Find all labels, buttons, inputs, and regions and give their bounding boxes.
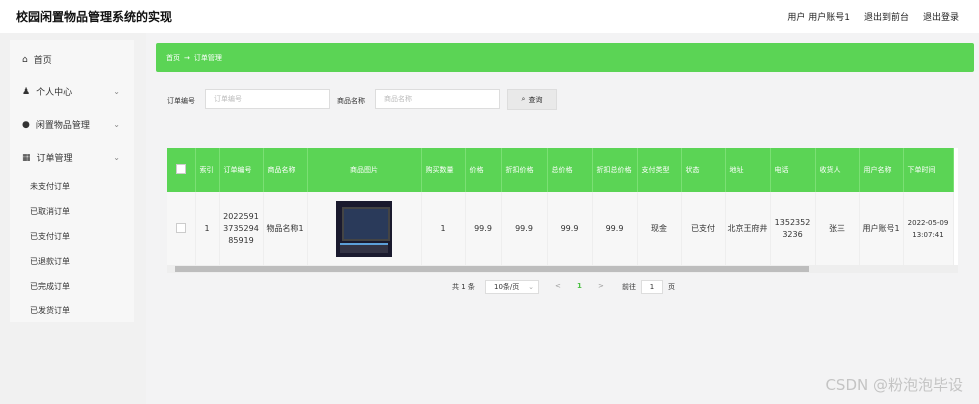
sidebar-subitem-cancelled[interactable]: 已取消订单 (30, 206, 70, 217)
cell-user-name: 用户账号1 (859, 192, 904, 265)
sidebar-item-idle-goods[interactable]: ● 闲置物品管理 ⌄ (22, 118, 130, 132)
sidebar: ⌂ 首页 ♟ 个人中心 ⌄ ● 闲置物品管理 ⌄ ▦ 订单管理 ⌄ 未支付订单 … (10, 40, 134, 322)
goods-name-input[interactable]: 商品名称 (375, 89, 500, 109)
column-header[interactable]: 收货人 (815, 148, 860, 192)
top-right-menu: 用户 用户账号1 退出到前台 退出登录 (787, 10, 959, 23)
scrollbar-thumb[interactable] (175, 266, 809, 272)
list-icon: ▦ (22, 152, 31, 163)
column-header[interactable]: 价格 (465, 148, 502, 192)
cell-order-time: 2022-05-09 13:07:41 (903, 192, 954, 265)
back-to-front-link[interactable]: 退出到前台 (864, 10, 909, 23)
cell-quantity: 1 (421, 192, 466, 265)
column-header[interactable]: 商品名称 (263, 148, 308, 192)
column-header[interactable]: 状态 (681, 148, 726, 192)
breadcrumb-home[interactable]: 首页 (166, 53, 180, 63)
sidebar-item-label: 个人中心 (36, 88, 73, 98)
column-header[interactable]: 下单时间 (903, 148, 954, 192)
sidebar-subitem-completed[interactable]: 已完成订单 (30, 281, 70, 292)
column-header[interactable]: 折扣价格 (501, 148, 548, 192)
home-icon: ⌂ (22, 54, 28, 65)
row-checkbox-cell[interactable] (167, 192, 196, 265)
sidebar-subitem-paid[interactable]: 已支付订单 (30, 231, 70, 242)
table-row: 1 2022591373529485919 物品名称1 1 99.9 99.9 … (167, 192, 954, 265)
watermark: CSDN @粉泡泡毕设 (825, 376, 963, 394)
column-header: 索引 (195, 148, 220, 192)
chevron-down-icon: ⌄ (113, 153, 120, 162)
goods-name-label: 商品名称 (337, 97, 365, 105)
user-label: 用户 用户账号1 (787, 13, 850, 23)
cell-total: 99.9 (547, 192, 593, 265)
select-all-checkbox[interactable] (175, 164, 186, 174)
sidebar-item-personal-center[interactable]: ♟ 个人中心 ⌄ (22, 85, 130, 99)
sidebar-subitem-unpaid[interactable]: 未支付订单 (30, 181, 70, 192)
cell-index: 1 (195, 192, 220, 265)
cell-pay-type: 现金 (637, 192, 682, 265)
column-header[interactable]: 地址 (725, 148, 771, 192)
sidebar-subitem-shipped[interactable]: 已发货订单 (30, 305, 70, 316)
order-no-label: 订单编号 (167, 97, 195, 105)
location-icon: ● (22, 119, 30, 130)
page-unit-label: 页 (668, 283, 675, 291)
page-size-value: 10条/页 (494, 283, 520, 291)
select-all-checkbox-cell[interactable] (167, 148, 196, 192)
cell-discount-total: 99.9 (592, 192, 638, 265)
chevron-down-icon: ⌄ (113, 120, 120, 129)
goods-image-keyboard (340, 242, 388, 253)
orders-table: 索引 订单编号 商品名称 商品图片 购买数量 价格 折扣价格 总价格 折扣总价格… (167, 148, 958, 265)
cell-order-no: 2022591373529485919 (219, 192, 264, 265)
user-icon: ♟ (22, 86, 31, 97)
breadcrumb-current: 订单管理 (193, 53, 222, 62)
cell-status: 已支付 (681, 192, 726, 265)
logout-link[interactable]: 退出登录 (923, 10, 959, 23)
chevron-down-icon: ⌄ (528, 283, 534, 291)
sidebar-item-label: 闲置物品管理 (35, 121, 90, 131)
column-header[interactable]: 电话 (770, 148, 816, 192)
column-header[interactable]: 商品图片 (307, 148, 422, 192)
search-icon: ⌕ (521, 95, 526, 103)
next-page-button[interactable]: > (598, 282, 604, 290)
sidebar-item-label: 订单管理 (36, 154, 73, 164)
column-header[interactable]: 购买数量 (421, 148, 466, 192)
table-horizontal-scrollbar[interactable] (167, 265, 958, 273)
pagination-total: 共 1 条 (452, 283, 475, 291)
sidebar-subitem-refunded[interactable]: 已退款订单 (30, 256, 70, 267)
page-size-select[interactable]: 10条/页 ⌄ (485, 280, 539, 294)
row-checkbox[interactable] (175, 222, 186, 233)
breadcrumb: 首页 → 订单管理 (156, 43, 974, 72)
goods-image (336, 200, 392, 257)
arrow-right-icon: → (184, 53, 190, 62)
cell-goods-name: 物品名称1 (263, 192, 308, 265)
table-header-row: 索引 订单编号 商品名称 商品图片 购买数量 价格 折扣价格 总价格 折扣总价格… (167, 148, 954, 192)
order-no-input[interactable]: 订单编号 (205, 89, 330, 109)
app-title: 校园闲置物品管理系统的实现 (16, 10, 173, 24)
sidebar-item-order-mgmt[interactable]: ▦ 订单管理 ⌄ (22, 151, 130, 165)
top-bar: 校园闲置物品管理系统的实现 用户 用户账号1 退出到前台 退出登录 (0, 0, 979, 33)
column-header[interactable]: 订单编号 (219, 148, 264, 192)
column-header[interactable]: 折扣总价格 (592, 148, 638, 192)
cell-goods-image (307, 192, 422, 265)
goods-image-screen (342, 206, 390, 241)
query-button-label: 查询 (528, 95, 543, 104)
goto-page-input[interactable]: 1 (641, 280, 663, 294)
chevron-down-icon: ⌄ (113, 87, 120, 96)
column-header[interactable]: 用户名称 (859, 148, 904, 192)
cell-discount-price: 99.9 (501, 192, 548, 265)
query-button[interactable]: ⌕ 查询 (507, 89, 557, 110)
sidebar-item-label: 首页 (33, 56, 52, 66)
prev-page-button[interactable]: < (555, 282, 561, 290)
cell-price: 99.9 (465, 192, 502, 265)
cell-receiver: 张三 (815, 192, 860, 265)
sidebar-item-home[interactable]: ⌂ 首页 (22, 53, 122, 67)
cell-phone: 13523523236 (770, 192, 816, 265)
current-page[interactable]: 1 (577, 282, 582, 290)
column-header[interactable]: 总价格 (547, 148, 593, 192)
goto-label: 前往 (622, 283, 636, 291)
column-header[interactable]: 支付类型 (637, 148, 682, 192)
cell-address: 北京王府井 (725, 192, 771, 265)
